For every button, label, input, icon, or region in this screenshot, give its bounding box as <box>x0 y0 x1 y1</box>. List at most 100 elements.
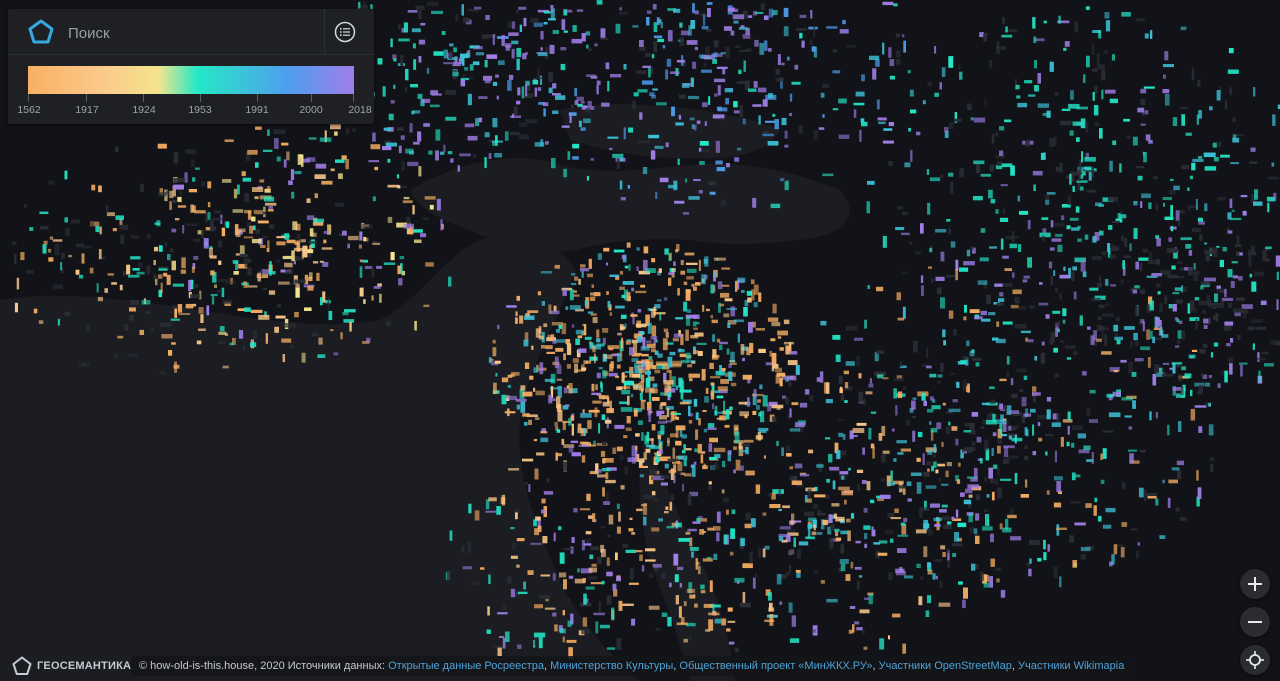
building[interactable] <box>679 380 685 392</box>
building[interactable] <box>157 143 167 149</box>
building[interactable] <box>781 62 785 66</box>
building[interactable] <box>141 300 151 305</box>
building[interactable] <box>1059 576 1062 588</box>
building[interactable] <box>528 484 531 492</box>
building[interactable] <box>174 308 177 318</box>
building[interactable] <box>1002 255 1009 259</box>
building[interactable] <box>1003 445 1015 449</box>
building[interactable] <box>804 511 814 517</box>
building[interactable] <box>1110 284 1116 287</box>
building[interactable] <box>691 283 695 287</box>
building[interactable] <box>1206 295 1210 301</box>
building[interactable] <box>929 503 940 508</box>
building[interactable] <box>965 488 973 494</box>
building[interactable] <box>720 52 726 55</box>
building[interactable] <box>609 147 613 151</box>
building[interactable] <box>556 329 561 333</box>
building[interactable] <box>1069 535 1074 543</box>
building[interactable] <box>1105 279 1109 286</box>
building[interactable] <box>418 39 426 45</box>
building[interactable] <box>588 48 592 51</box>
building[interactable] <box>571 324 575 328</box>
building[interactable] <box>98 249 102 260</box>
building[interactable] <box>1235 297 1245 302</box>
building[interactable] <box>520 401 526 413</box>
building[interactable] <box>831 503 840 507</box>
building[interactable] <box>783 26 789 37</box>
building[interactable] <box>449 43 454 47</box>
building[interactable] <box>403 22 408 33</box>
building[interactable] <box>755 328 765 331</box>
building[interactable] <box>1066 225 1071 230</box>
building[interactable] <box>702 14 706 26</box>
building[interactable] <box>1132 136 1138 146</box>
building[interactable] <box>577 568 580 573</box>
building[interactable] <box>1101 251 1107 256</box>
building[interactable] <box>694 332 704 337</box>
building[interactable] <box>445 116 457 121</box>
building[interactable] <box>1054 373 1059 378</box>
building[interactable] <box>712 403 715 409</box>
building[interactable] <box>829 466 840 471</box>
building[interactable] <box>174 361 177 373</box>
building[interactable] <box>643 516 647 526</box>
building[interactable] <box>508 74 514 80</box>
building[interactable] <box>1172 292 1180 295</box>
building[interactable] <box>577 335 583 339</box>
building[interactable] <box>201 181 205 187</box>
building[interactable] <box>726 348 730 355</box>
building[interactable] <box>619 324 624 331</box>
building[interactable] <box>733 446 737 450</box>
building[interactable] <box>1058 15 1061 24</box>
building[interactable] <box>263 206 266 218</box>
building[interactable] <box>1017 102 1028 108</box>
building[interactable] <box>984 439 989 451</box>
building[interactable] <box>986 419 997 425</box>
building[interactable] <box>107 273 114 276</box>
building[interactable] <box>708 96 711 105</box>
building[interactable] <box>539 75 543 85</box>
building[interactable] <box>990 558 996 567</box>
building[interactable] <box>1050 275 1054 286</box>
building[interactable] <box>1042 228 1047 233</box>
building[interactable] <box>1121 235 1124 242</box>
building[interactable] <box>958 462 961 467</box>
building[interactable] <box>1046 110 1051 118</box>
building[interactable] <box>533 22 543 27</box>
building[interactable] <box>943 524 952 529</box>
building[interactable] <box>581 629 590 635</box>
building[interactable] <box>193 256 199 260</box>
building[interactable] <box>1098 515 1102 522</box>
building[interactable] <box>636 360 643 364</box>
building[interactable] <box>1199 349 1206 354</box>
building[interactable] <box>933 444 937 453</box>
building[interactable] <box>628 127 634 133</box>
building[interactable] <box>1119 163 1122 173</box>
building[interactable] <box>208 247 213 257</box>
building[interactable] <box>1131 528 1137 531</box>
building[interactable] <box>301 157 304 167</box>
building[interactable] <box>128 274 140 278</box>
building[interactable] <box>672 338 679 342</box>
building[interactable] <box>996 302 1004 307</box>
building[interactable] <box>1070 501 1081 504</box>
building[interactable] <box>1164 51 1169 61</box>
building[interactable] <box>146 265 151 275</box>
building[interactable] <box>411 110 415 115</box>
building[interactable] <box>540 47 543 51</box>
building[interactable] <box>1003 446 1009 458</box>
building[interactable] <box>1230 217 1242 221</box>
building[interactable] <box>508 32 519 36</box>
building[interactable] <box>702 558 713 562</box>
building[interactable] <box>753 284 759 295</box>
building[interactable] <box>625 341 631 345</box>
building[interactable] <box>471 581 480 586</box>
building[interactable] <box>778 509 782 512</box>
building[interactable] <box>563 461 567 471</box>
building[interactable] <box>1062 308 1067 317</box>
building[interactable] <box>1051 238 1062 242</box>
building[interactable] <box>1039 282 1043 285</box>
building[interactable] <box>988 189 993 199</box>
building[interactable] <box>954 118 962 122</box>
building[interactable] <box>268 271 276 275</box>
